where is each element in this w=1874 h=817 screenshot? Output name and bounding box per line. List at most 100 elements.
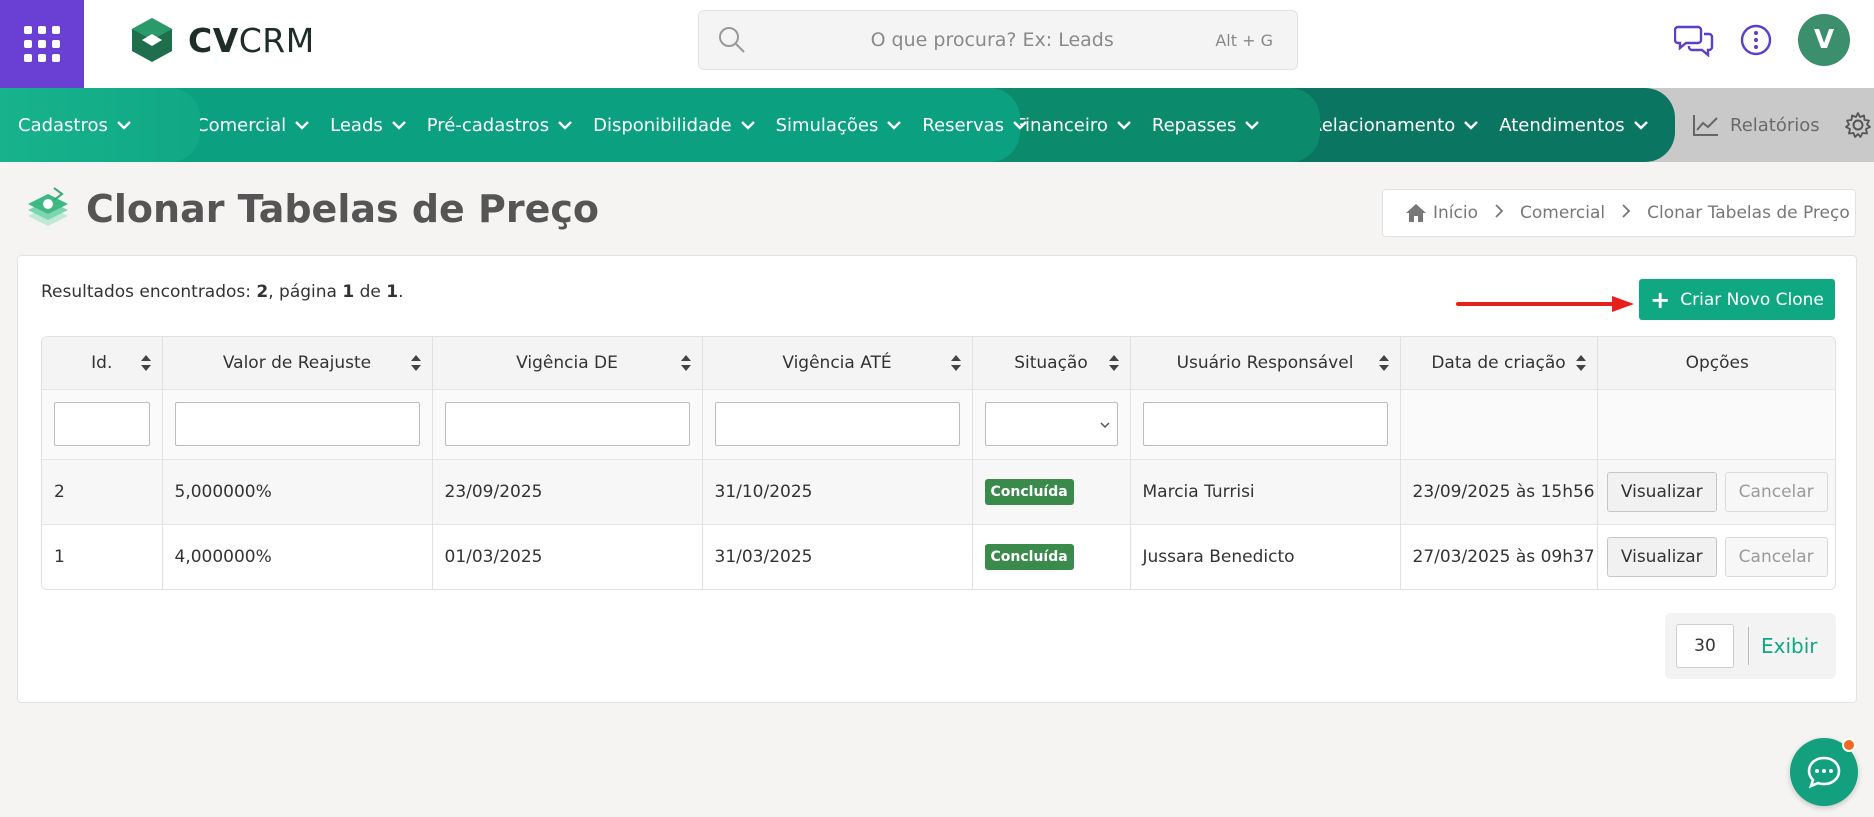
cell-usuario: Marcia Turrisi bbox=[1130, 458, 1401, 524]
table-row: 2 5,000000% 23/09/2025 31/10/2025 Conclu… bbox=[42, 458, 1835, 524]
apps-grid-icon bbox=[24, 26, 60, 62]
breadcrumb: Início Comercial Clonar Tabelas de Preço bbox=[1382, 189, 1856, 237]
chevron-down-icon bbox=[117, 121, 131, 130]
nav-item-pre-cadastros[interactable]: Pré-cadastros bbox=[427, 115, 573, 136]
nav-group-cadastros: Cadastros bbox=[0, 88, 200, 162]
nav-item-relatorios[interactable]: Relatórios bbox=[1692, 113, 1820, 137]
view-button[interactable]: Visualizar bbox=[1606, 536, 1717, 577]
view-button[interactable]: Visualizar bbox=[1606, 471, 1717, 512]
filter-valor-input[interactable] bbox=[174, 402, 420, 446]
nav-group-reports: Relatórios bbox=[1640, 88, 1874, 162]
column-header-data-criacao[interactable]: Data de criação bbox=[1400, 337, 1598, 389]
more-options-icon[interactable] bbox=[1736, 20, 1776, 60]
chevron-down-icon bbox=[1633, 121, 1648, 130]
brand-name: CVCRM bbox=[188, 20, 315, 60]
filter-row bbox=[42, 388, 1835, 459]
nav-item-comercial[interactable]: Comercial bbox=[196, 115, 310, 136]
search-icon bbox=[719, 27, 745, 53]
filter-usuario-input[interactable] bbox=[1142, 402, 1388, 446]
show-button[interactable]: Exibir bbox=[1761, 634, 1818, 658]
top-bar: CVCRM Alt + G V bbox=[0, 0, 1874, 88]
home-icon bbox=[1406, 204, 1426, 222]
sort-icon bbox=[410, 355, 421, 371]
column-header-id[interactable]: Id. bbox=[42, 337, 163, 389]
filter-vigencia-ate-input[interactable] bbox=[714, 402, 960, 446]
filter-vigencia-de-input[interactable] bbox=[444, 402, 690, 446]
nav-item-disponibilidade[interactable]: Disponibilidade bbox=[593, 115, 755, 136]
nav-item-cadastros[interactable]: Cadastros bbox=[18, 115, 132, 136]
nav-group-financeiro: Financeiro Repasses bbox=[990, 88, 1320, 162]
breadcrumb-home[interactable]: Início bbox=[1405, 203, 1478, 223]
cell-data-criacao: 27/03/2025 às 09h37 bbox=[1400, 523, 1598, 589]
apps-menu-button[interactable] bbox=[0, 0, 84, 88]
cell-situacao: Concluída bbox=[972, 458, 1131, 524]
cell-vigencia-de: 23/09/2025 bbox=[432, 458, 703, 524]
cancel-button[interactable]: Cancelar bbox=[1724, 536, 1828, 577]
breadcrumb-comercial[interactable]: Comercial bbox=[1520, 203, 1605, 223]
settings-gear-icon[interactable] bbox=[1844, 111, 1872, 139]
sort-icon bbox=[1575, 355, 1586, 371]
sort-icon bbox=[680, 355, 691, 371]
filter-situacao-select[interactable] bbox=[984, 402, 1118, 446]
nav-item-simulacoes[interactable]: Simulações bbox=[776, 115, 903, 136]
clones-table: Id. Valor de Reajuste Vigência DE Vigênc… bbox=[41, 336, 1836, 590]
chat-bubble-icon bbox=[1807, 756, 1841, 789]
chevron-down-icon bbox=[1117, 121, 1131, 130]
results-summary: Resultados encontrados: 2, página 1 de 1… bbox=[41, 282, 404, 302]
notification-dot bbox=[1842, 738, 1856, 752]
column-header-vigencia-de[interactable]: Vigência DE bbox=[432, 337, 703, 389]
cell-valor: 4,000000% bbox=[162, 523, 433, 589]
nav-group-comercial: Comercial Leads Pré-cadastros Disponibil… bbox=[168, 88, 1027, 162]
money-stack-icon bbox=[28, 187, 68, 226]
nav-group-relacionamento: Relacionamento Atendimentos bbox=[1290, 88, 1675, 162]
red-arrow-annotation bbox=[1456, 296, 1634, 312]
page-size-control: 30 Exibir bbox=[1665, 613, 1836, 679]
plus-icon: + bbox=[1650, 285, 1671, 314]
column-header-valor[interactable]: Valor de Reajuste bbox=[162, 337, 433, 389]
cell-vigencia-ate: 31/10/2025 bbox=[702, 458, 973, 524]
chevron-down-icon bbox=[558, 121, 572, 130]
chevron-right-icon bbox=[1494, 203, 1504, 224]
cell-valor: 5,000000% bbox=[162, 458, 433, 524]
cell-vigencia-ate: 31/03/2025 bbox=[702, 523, 973, 589]
nav-item-reservas[interactable]: Reservas bbox=[922, 115, 1028, 136]
nav-item-leads[interactable]: Leads bbox=[330, 115, 407, 136]
search-input[interactable] bbox=[789, 29, 1196, 51]
column-header-usuario[interactable]: Usuário Responsável bbox=[1130, 337, 1401, 389]
nav-item-atendimentos[interactable]: Atendimentos bbox=[1499, 115, 1648, 136]
brand-logo[interactable]: CVCRM bbox=[128, 16, 315, 64]
page-title: Clonar Tabelas de Preço bbox=[86, 187, 600, 231]
page-header: Clonar Tabelas de Preço bbox=[24, 186, 599, 232]
user-avatar[interactable]: V bbox=[1798, 14, 1850, 66]
chevron-down-icon bbox=[391, 121, 406, 130]
column-header-vigencia-ate[interactable]: Vigência ATÉ bbox=[702, 337, 973, 389]
column-header-situacao[interactable]: Situação bbox=[972, 337, 1131, 389]
cell-id: 2 bbox=[42, 458, 163, 524]
sort-icon bbox=[1108, 355, 1119, 371]
nav-item-financeiro[interactable]: Financeiro bbox=[1016, 115, 1132, 136]
cancel-button[interactable]: Cancelar bbox=[1724, 471, 1828, 512]
create-new-clone-button[interactable]: + Criar Novo Clone bbox=[1639, 279, 1835, 320]
status-badge: Concluída bbox=[984, 543, 1074, 570]
cell-usuario: Jussara Benedicto bbox=[1130, 523, 1401, 589]
chevron-down-icon bbox=[1013, 121, 1027, 130]
sort-icon bbox=[140, 355, 151, 371]
table-row: 1 4,000000% 01/03/2025 31/03/2025 Conclu… bbox=[42, 523, 1835, 589]
cell-id: 1 bbox=[42, 523, 163, 589]
global-search[interactable]: Alt + G bbox=[698, 10, 1298, 70]
search-shortcut-hint: Alt + G bbox=[1215, 30, 1273, 50]
nav-item-relacionamento[interactable]: Relacionamento bbox=[1310, 115, 1479, 136]
chevron-down-icon bbox=[740, 121, 755, 130]
chevron-down-icon bbox=[1464, 121, 1479, 130]
chat-messages-icon[interactable] bbox=[1674, 20, 1714, 60]
cell-data-criacao: 23/09/2025 às 15h56 bbox=[1400, 458, 1598, 524]
cell-vigencia-de: 01/03/2025 bbox=[432, 523, 703, 589]
results-card: Resultados encontrados: 2, página 1 de 1… bbox=[17, 255, 1857, 703]
chevron-right-icon bbox=[1621, 203, 1631, 224]
filter-id-input[interactable] bbox=[54, 402, 150, 446]
page-size-input[interactable]: 30 bbox=[1676, 624, 1734, 668]
chevron-down-icon bbox=[295, 121, 309, 130]
sort-icon bbox=[1378, 355, 1389, 371]
nav-item-repasses[interactable]: Repasses bbox=[1152, 115, 1260, 136]
cell-opcoes: Visualizar Cancelar bbox=[1597, 523, 1835, 589]
